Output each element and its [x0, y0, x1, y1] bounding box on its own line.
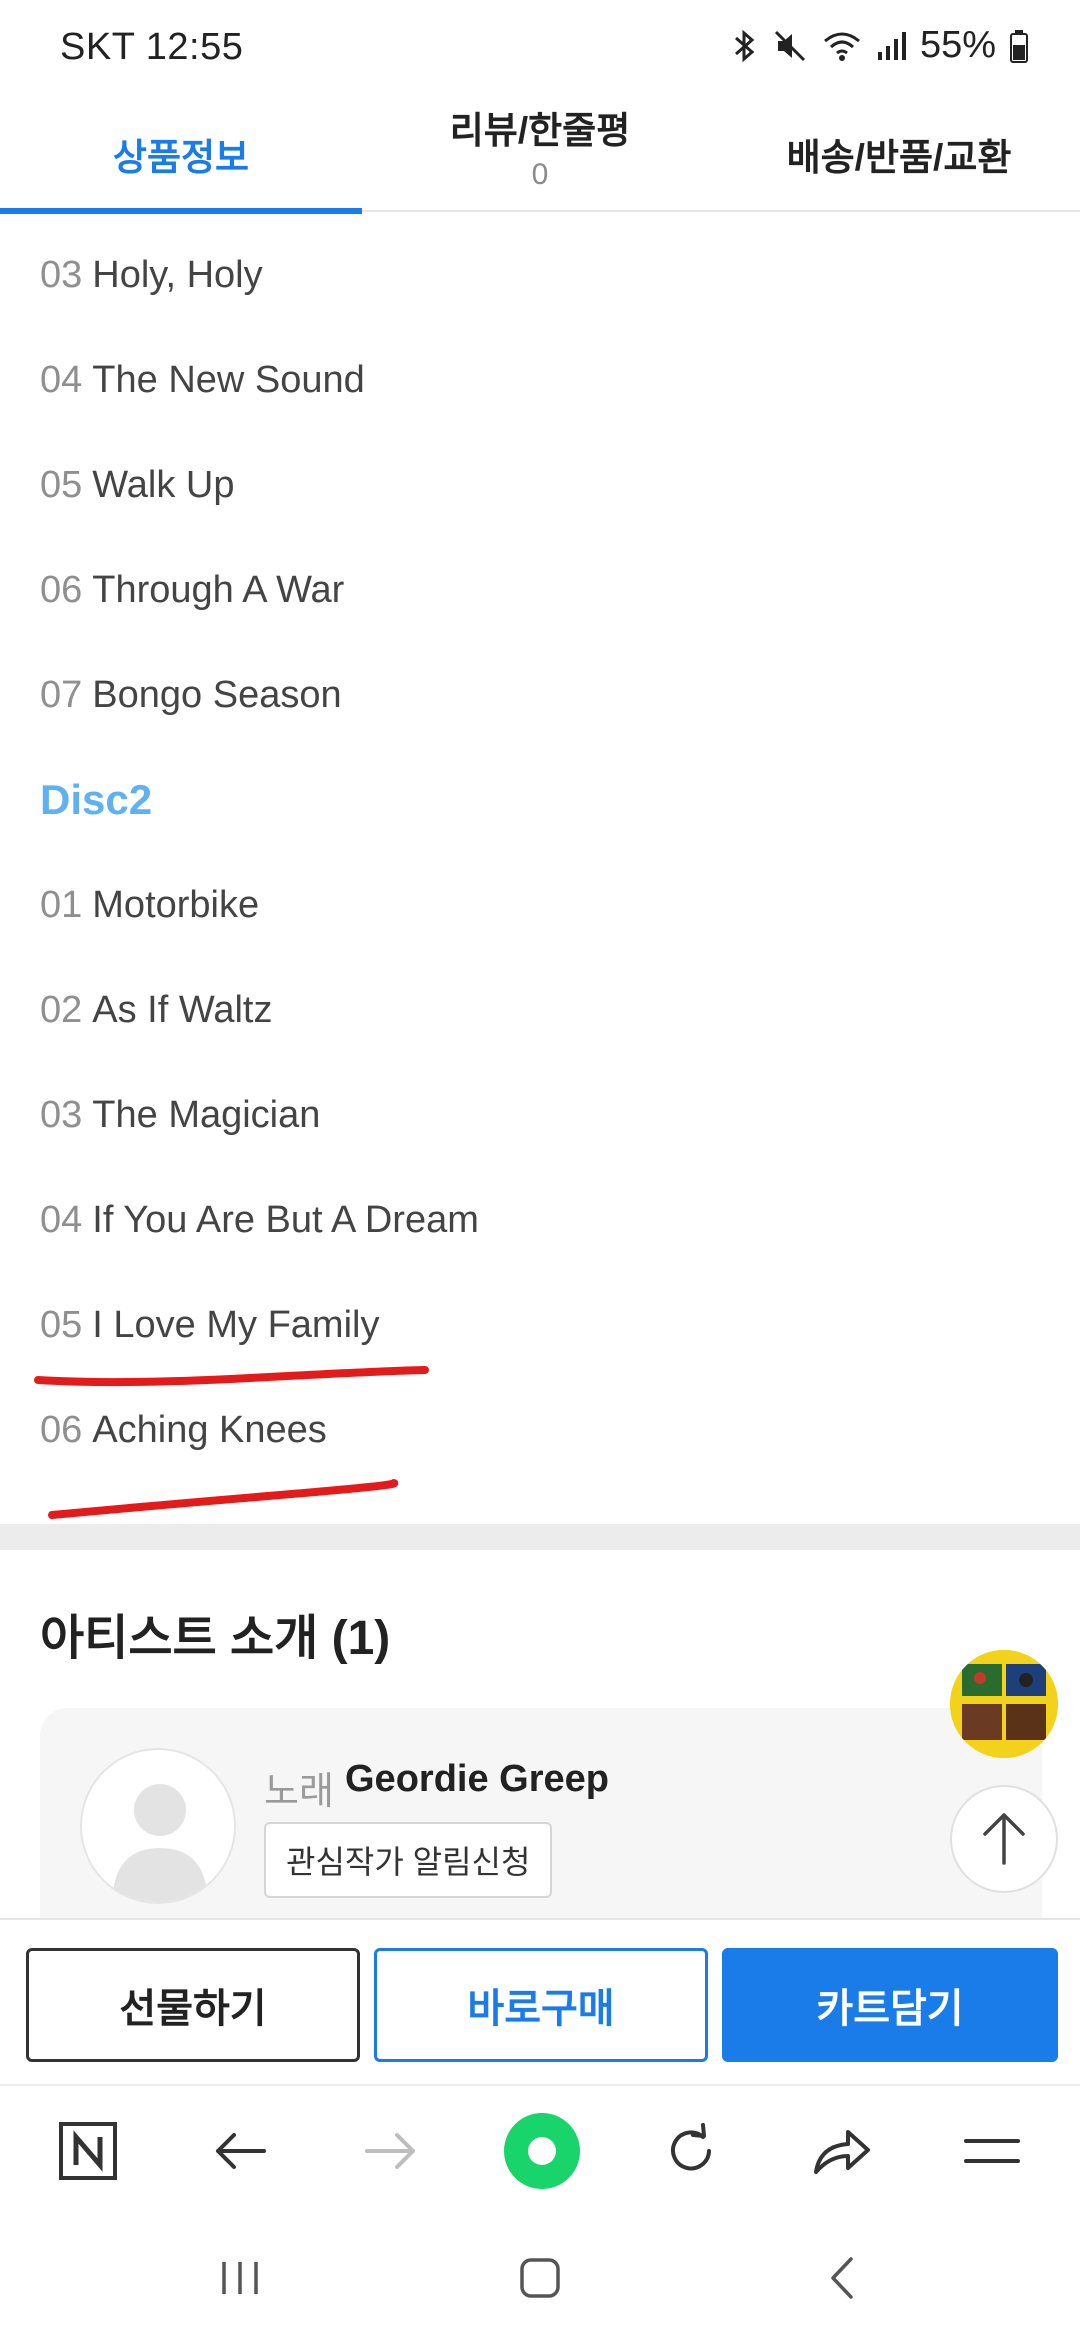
buy-now-button[interactable]: 바로구매 [374, 1948, 708, 2062]
floating-album-thumbnail[interactable] [950, 1650, 1058, 1758]
scroll-to-top-button[interactable] [950, 1785, 1058, 1893]
album-art-icon [950, 1650, 1058, 1758]
section-divider [0, 1524, 1080, 1550]
refresh-icon[interactable] [646, 2106, 736, 2196]
gift-button[interactable]: 선물하기 [26, 1948, 360, 2062]
arrow-up-icon [983, 1813, 1025, 1865]
red-annotation-underlines [34, 1366, 429, 1519]
green-dot-icon[interactable] [497, 2106, 587, 2196]
share-icon[interactable] [797, 2106, 887, 2196]
system-nav-bar [0, 2214, 1080, 2340]
add-to-cart-button[interactable]: 카트담기 [722, 1948, 1058, 2062]
follow-artist-button[interactable]: 관심작가 알림신청 [264, 1822, 553, 1898]
browser-toolbar [0, 2084, 1080, 2214]
back-arrow-icon[interactable] [195, 2106, 285, 2196]
avatar [80, 1748, 236, 1904]
recent-apps-icon[interactable] [195, 2238, 285, 2318]
purchase-bar: 선물하기 바로구매 카트담기 [0, 1918, 1080, 2084]
menu-icon[interactable] [947, 2106, 1037, 2196]
home-icon[interactable] [495, 2238, 585, 2318]
artist-name[interactable]: Geordie Greep [345, 1758, 609, 1801]
person-silhouette-icon [112, 1784, 208, 1902]
back-icon[interactable] [797, 2238, 887, 2318]
forward-arrow-icon[interactable] [346, 2106, 436, 2196]
naver-home-icon[interactable] [43, 2106, 133, 2196]
artist-section-title: 아티스트 소개 (1) [40, 1612, 391, 1665]
artist-role: 노래 [264, 1771, 334, 1813]
